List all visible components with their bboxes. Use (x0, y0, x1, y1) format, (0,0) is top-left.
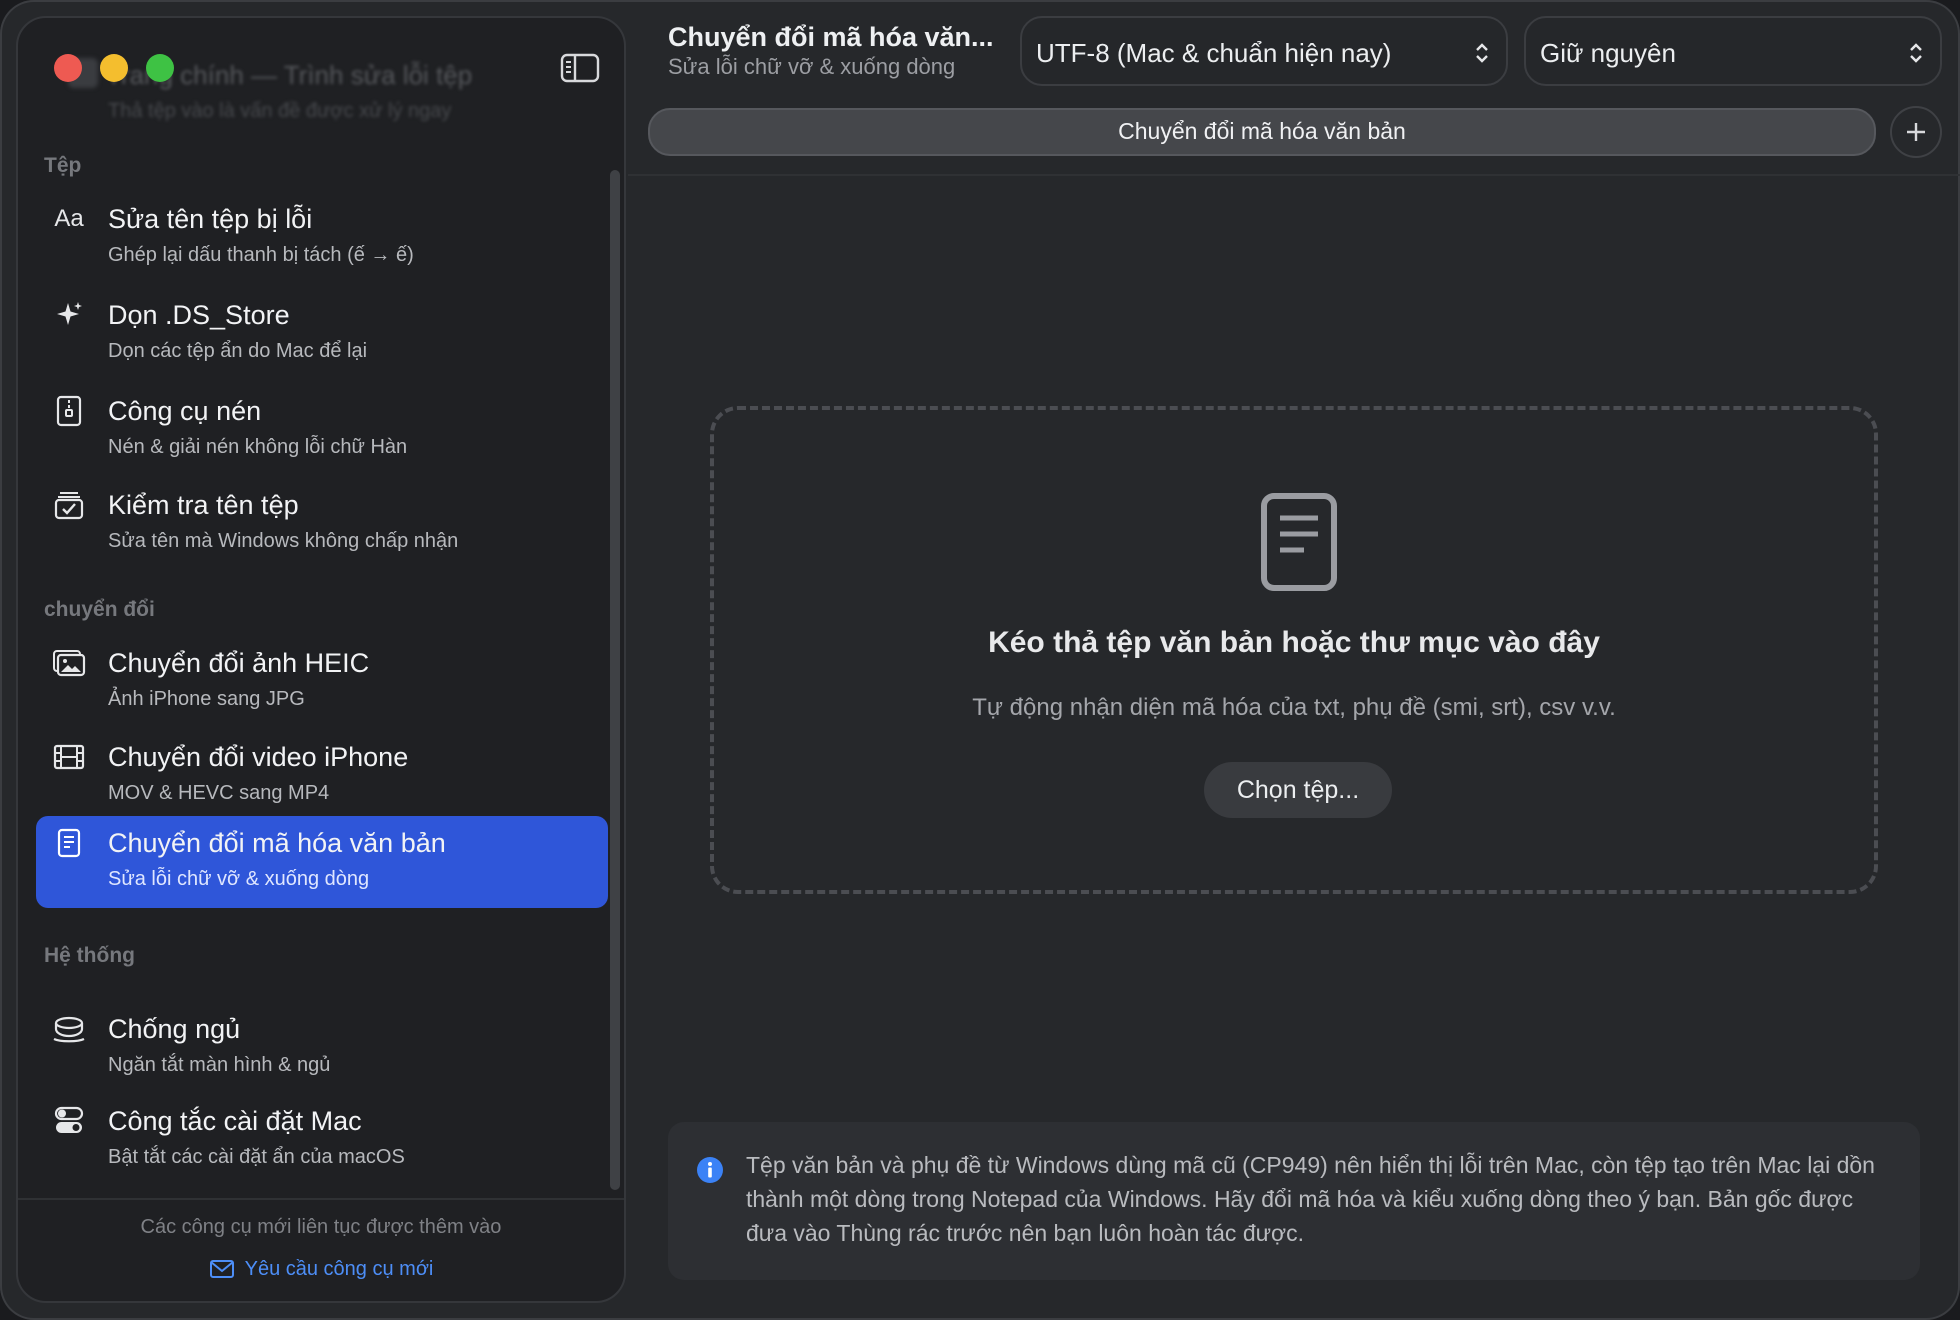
sidebar: Trang chính — Trình sửa lỗi tệp Thả tệp … (16, 16, 626, 1303)
drop-zone[interactable]: Kéo thả tệp văn bản hoặc thư mục vào đây… (710, 406, 1878, 894)
film-icon (52, 740, 86, 774)
info-box: Tệp văn bản và phụ đề từ Windows dùng mã… (668, 1122, 1920, 1280)
sidebar-toggle-icon[interactable] (560, 52, 600, 84)
request-tool-link-label: Yêu cầu công cụ mới (244, 1258, 434, 1280)
line-ending-select[interactable]: Giữ nguyên (1524, 16, 1942, 86)
sidebar-item-title: Dọn .DS_Store (108, 300, 290, 330)
sidebar-item-title: Công cụ nén (108, 396, 262, 426)
info-icon (697, 1157, 723, 1183)
add-tab-button[interactable] (1890, 106, 1942, 158)
sidebar-item-ds-store[interactable]: Dọn .DS_Store Dọn các tệp ẩn do Mac để l… (36, 288, 608, 380)
app-window: Trang chính — Trình sửa lỗi tệp Thả tệp … (0, 0, 1960, 1320)
window-maximize-button[interactable] (146, 54, 174, 82)
request-tool-link[interactable]: Yêu cầu công cụ mới (18, 1258, 624, 1281)
section-label-files: Tệp (44, 154, 82, 177)
encoding-select-value: UTF-8 (Mac & chuẩn hiện nay) (1036, 38, 1392, 68)
section-label-conversion: chuyển đổi (44, 598, 155, 621)
updown-chevron-icon (1910, 43, 1922, 63)
zip-file-icon (52, 394, 86, 428)
document-icon (52, 826, 86, 860)
updown-chevron-icon (1476, 43, 1488, 63)
window-close-button[interactable] (54, 54, 82, 82)
page-subtitle: Sửa lỗi chữ vỡ & xuống dòng (668, 54, 956, 79)
sidebar-item-subtitle: Ngăn tắt màn hình & ngủ (108, 1054, 331, 1076)
sidebar-item-title: Chuyển đổi mã hóa văn bản (108, 828, 446, 858)
drop-zone-title: Kéo thả tệp văn bản hoặc thư mục vào đây (988, 626, 1600, 659)
sidebar-item-title: Chống ngủ (108, 1014, 241, 1044)
sidebar-item-subtitle: Sửa lỗi chữ vỡ & xuống dòng (108, 868, 370, 890)
tab-text-encoding[interactable]: Chuyển đổi mã hóa văn bản (648, 108, 1876, 156)
sidebar-item-subtitle: Ghép lại dấu thanh bị tách (ế → ế) (108, 244, 414, 266)
encoding-select[interactable]: UTF-8 (Mac & chuẩn hiện nay) (1020, 16, 1508, 86)
toggles-icon (52, 1104, 86, 1138)
sidebar-item-title: Chuyển đổi ảnh HEIC (108, 648, 370, 678)
sidebar-item-subtitle: Nén & giải nén không lỗi chữ Hàn (108, 436, 408, 458)
page-title: Chuyển đổi mã hóa văn... (668, 22, 994, 52)
sidebar-ghost-subtitle: Thả tệp vào là vấn đề được xử lý ngay (108, 100, 452, 122)
sidebar-item-title: Sửa tên tệp bị lỗi (108, 204, 313, 234)
sidebar-item-subtitle: Ảnh iPhone sang JPG (108, 688, 305, 710)
choose-file-button[interactable]: Chọn tệp... (1204, 762, 1392, 818)
photos-icon (52, 646, 86, 680)
sparkle-icon (52, 298, 86, 332)
sidebar-item-heic[interactable]: Chuyển đổi ảnh HEIC Ảnh iPhone sang JPG (36, 636, 608, 728)
window-minimize-button[interactable] (100, 54, 128, 82)
drop-zone-subtitle: Tự động nhận diện mã hóa của txt, phụ đề… (972, 694, 1616, 721)
sidebar-item-subtitle: Dọn các tệp ẩn do Mac để lại (108, 340, 368, 362)
envelope-icon (209, 1260, 234, 1278)
section-label-system: Hệ thống (44, 944, 135, 967)
plus-icon (1907, 123, 1925, 141)
info-text: Tệp văn bản và phụ đề từ Windows dùng mã… (746, 1152, 1875, 1246)
cup-icon (52, 1012, 86, 1046)
sidebar-scrollbar[interactable] (610, 170, 620, 1190)
sidebar-item-subtitle: Bật tắt các cài đặt ẩn của macOS (108, 1146, 405, 1168)
sidebar-item-video[interactable]: Chuyển đổi video iPhone MOV & HEVC sang … (36, 730, 608, 822)
sidebar-item-subtitle: MOV & HEVC sang MP4 (108, 782, 330, 804)
sidebar-item-mac-settings[interactable]: Công tắc cài đặt Mac Bật tắt các cài đặt… (36, 1094, 608, 1186)
line-ending-select-value: Giữ nguyên (1540, 38, 1676, 68)
sidebar-item-text-encoding[interactable]: Chuyển đổi mã hóa văn bản Sửa lỗi chữ vỡ… (36, 816, 608, 908)
sidebar-footer-note: Các công cụ mới liên tục được thêm vào (140, 1216, 502, 1238)
sidebar-item-compression[interactable]: Công cụ nén Nén & giải nén không lỗi chữ… (36, 384, 608, 476)
sidebar-item-check-filenames[interactable]: Kiểm tra tên tệp Sửa tên mà Windows khôn… (36, 478, 608, 570)
sidebar-item-subtitle: Sửa tên mà Windows không chấp nhận (108, 530, 459, 552)
header-divider (628, 174, 1960, 176)
checkbox-tray-icon (52, 488, 86, 522)
sidebar-item-fix-filenames[interactable]: Aa Sửa tên tệp bị lỗi Ghép lại dấu thanh… (36, 192, 608, 284)
sidebar-item-title: Chuyển đổi video iPhone (108, 742, 409, 772)
text-format-icon: Aa (54, 205, 84, 232)
sidebar-item-title: Kiểm tra tên tệp (108, 490, 299, 520)
sidebar-item-anti-sleep[interactable]: Chống ngủ Ngăn tắt màn hình & ngủ (36, 1002, 608, 1094)
document-icon (1261, 493, 1337, 591)
sidebar-item-title: Công tắc cài đặt Mac (108, 1106, 362, 1136)
sidebar-footer-divider (18, 1198, 624, 1200)
